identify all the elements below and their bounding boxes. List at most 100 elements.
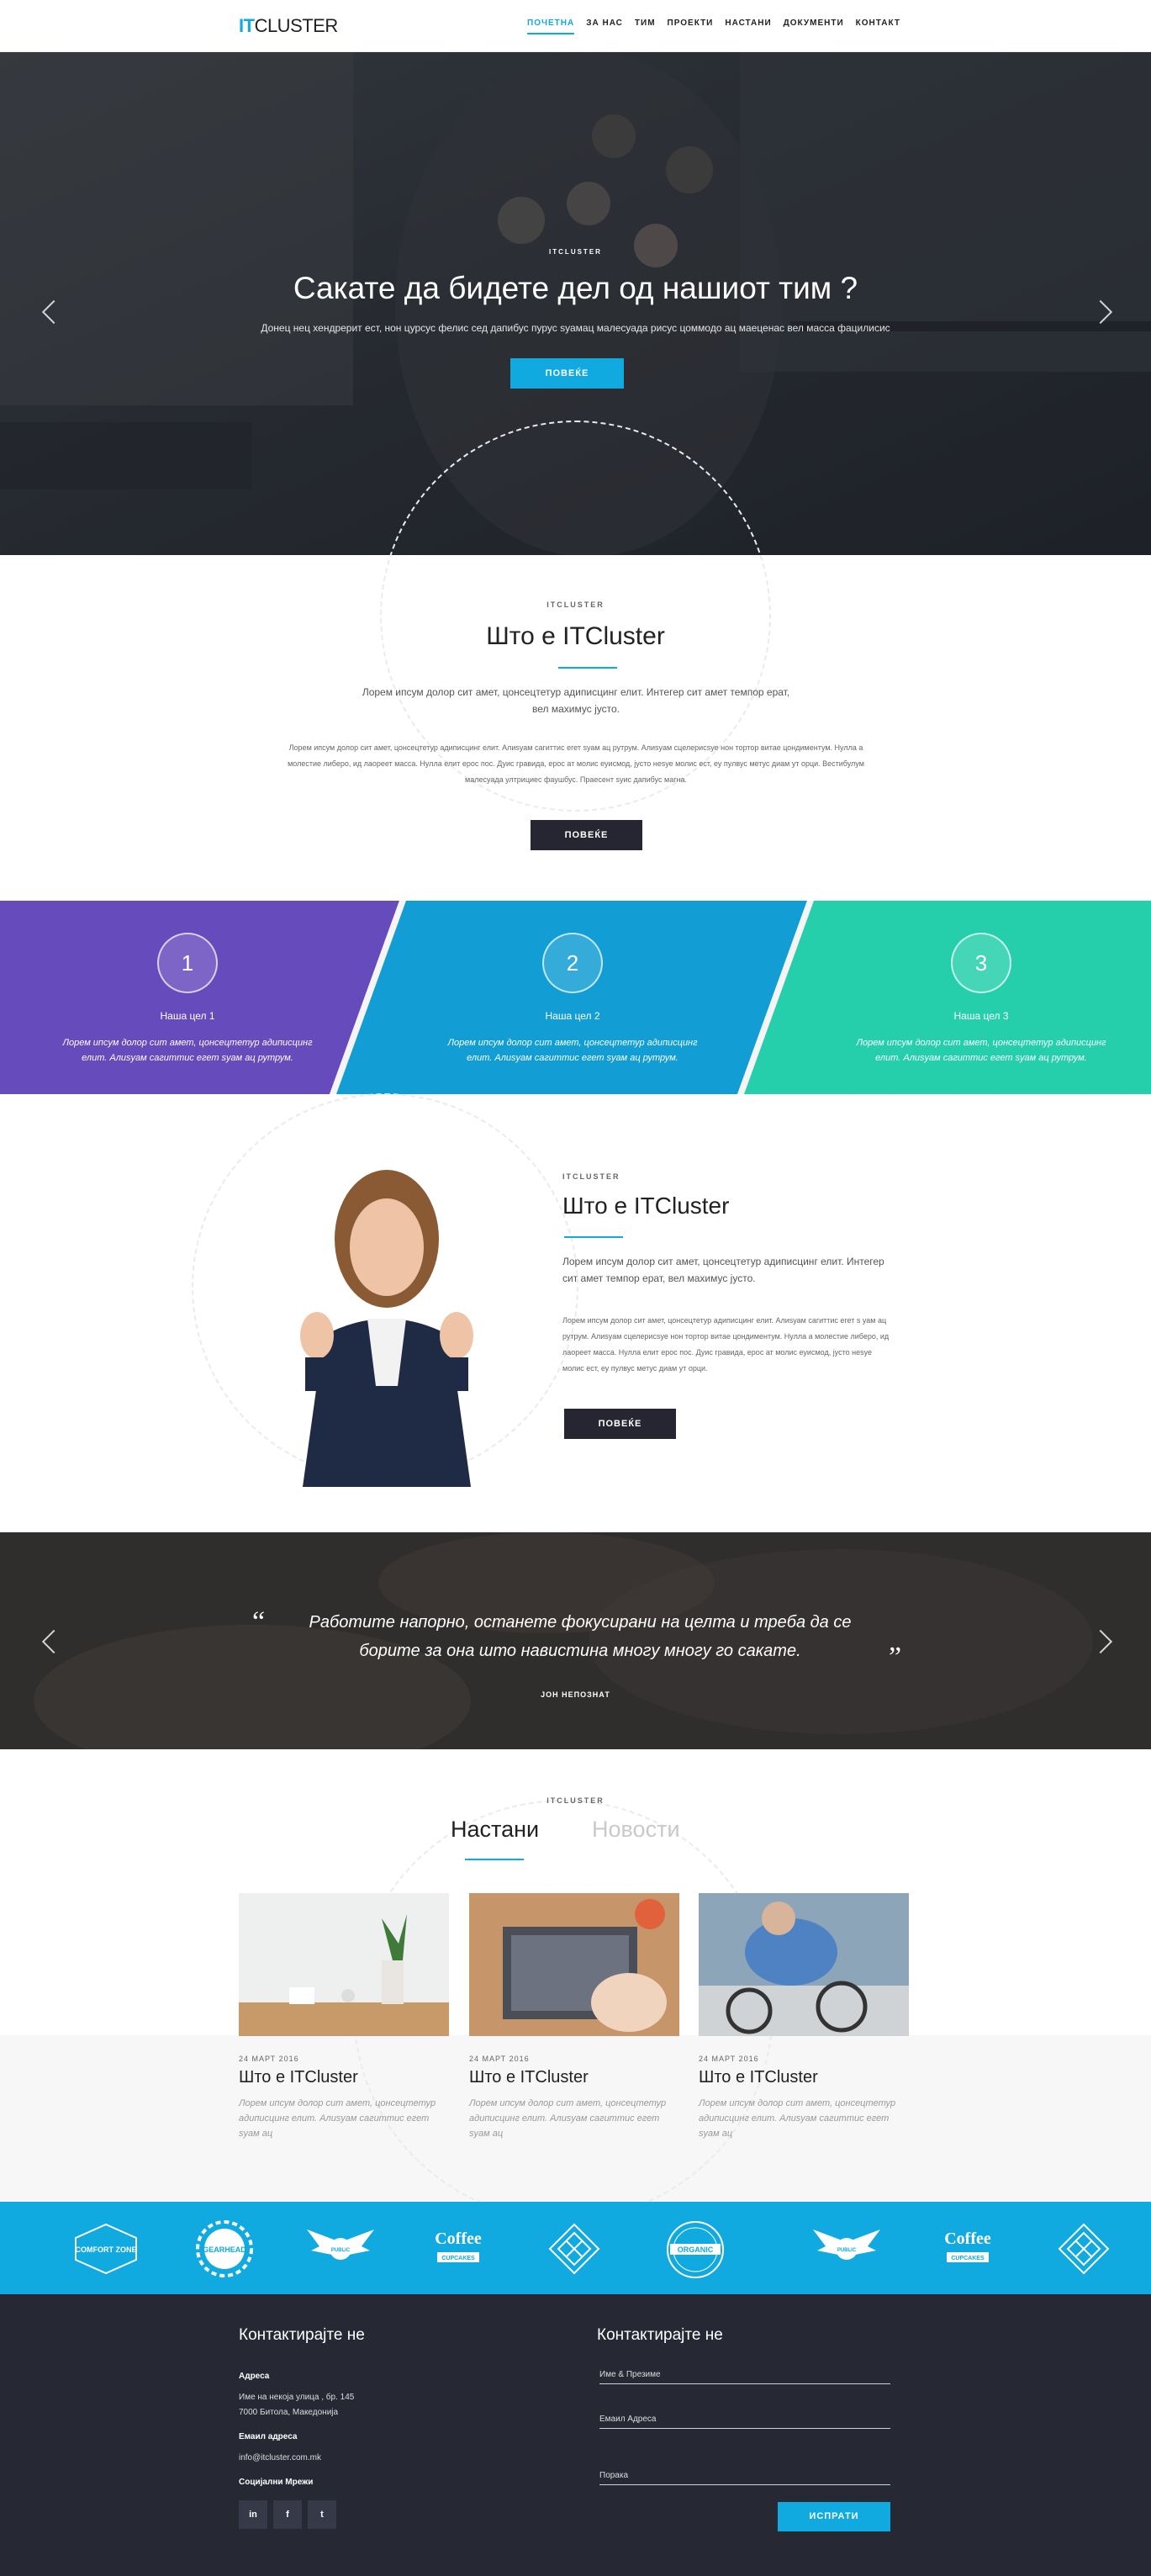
quote-open-mark: “ xyxy=(252,1606,266,1637)
goals-section: 1 Наша цел 1 Лорем ипсум долор сит амет,… xyxy=(0,901,1151,1094)
about2-body: Лорем ипсум долор сит амет, цонсецтетур … xyxy=(562,1316,890,1373)
linkedin-icon[interactable]: in xyxy=(239,2500,267,2529)
name-field[interactable]: Име & Презиме xyxy=(599,2370,890,2384)
about2-more-button[interactable]: ПОВЕЌЕ xyxy=(564,1409,676,1439)
footer: Контактирајте не Адреса Име на некоја ул… xyxy=(0,2294,1151,2576)
about2-title: Што е ITCluster xyxy=(562,1193,730,1219)
brand-name: GEARHEAD xyxy=(203,2245,246,2254)
news-image-laptop xyxy=(469,1893,679,2036)
goal-1-text: Лорем ипсум долор сит амет, цонсецтетур … xyxy=(62,1038,313,1063)
quote-author: ЈОН НЕПОЗНАТ xyxy=(541,1690,610,1699)
news-card[interactable]: 24 МАРТ 2016 Што е ITCluster Лорем ипсум… xyxy=(699,1893,909,2141)
hero-subtitle: Донец нец хендрерит ест, нон цурсус фели… xyxy=(261,322,890,334)
nav-contact[interactable]: КОНТАКТ xyxy=(856,19,900,34)
tab-events[interactable]: Настани xyxy=(451,1817,539,1843)
quote-close-mark: ” xyxy=(889,1642,902,1673)
footer-form-title: Контактирајте не xyxy=(597,2326,723,2344)
brand-name: PUBLIC xyxy=(331,2248,351,2253)
events-tag: ITCLUSTER xyxy=(546,1796,605,1805)
about-title: Што е ITCluster xyxy=(486,622,665,650)
brand-name: Coffee xyxy=(435,2230,482,2248)
brand-name: PUBLIC xyxy=(837,2248,857,2253)
brand-sub: CUPCAKES xyxy=(951,2256,985,2261)
send-button[interactable]: ИСПРАТИ xyxy=(778,2502,890,2531)
diamond-logo[interactable] xyxy=(1058,2223,1110,2275)
top-navbar: ITCLUSTER ПОЧЕТНА ЗА НАС ТИМ ПРОЕКТИ НАС… xyxy=(0,0,1151,52)
brand-sub: CUPCAKES xyxy=(441,2256,475,2261)
hero-title: Сакате да бидете дел од нашиот тим ? xyxy=(293,271,858,305)
address-line-1: Име на некоја улица , бр. 145 xyxy=(239,2393,355,2402)
news-date: 24 МАРТ 2016 xyxy=(239,2055,299,2063)
goal-2-text: Лорем ипсум долор сит амет, цонсецтетур … xyxy=(447,1038,698,1063)
goal-2-number: 2 xyxy=(542,933,603,993)
nav-events[interactable]: НАСТАНИ xyxy=(725,19,771,34)
news-excerpt: Лорем ипсум долор сит амет, цонсецтетур … xyxy=(239,2098,436,2139)
footer-contact-title: Контактирајте не xyxy=(239,2326,365,2344)
title-underline xyxy=(564,1236,623,1238)
goal-3-text: Лорем ипсум долор сит амет, цонсецтетур … xyxy=(856,1038,1106,1063)
news-title: Што е ITCluster xyxy=(239,2068,358,2087)
quote-slider: “ Работите напорно, останете фокусирани … xyxy=(0,1532,1151,1749)
logo-it: IT xyxy=(239,15,255,36)
diamond-logo[interactable] xyxy=(548,2223,600,2275)
about2-tag: ITCLUSTER xyxy=(562,1172,620,1181)
title-underline xyxy=(558,667,617,669)
nav-documents[interactable]: ДОКУМЕНТИ xyxy=(784,19,844,34)
site-logo[interactable]: ITCLUSTER xyxy=(239,15,338,37)
social-label: Социјални Мрежи xyxy=(239,2478,314,2487)
brand-name: COMFORT ZONE xyxy=(76,2245,137,2254)
twitter-icon[interactable]: t xyxy=(308,2500,336,2529)
news-excerpt: Лорем ипсум долор сит амет, цонсецтетур … xyxy=(699,2098,896,2139)
hero-tag: ITCLUSTER xyxy=(549,248,602,256)
goal-1-number: 1 xyxy=(157,933,218,993)
nav-team[interactable]: ТИМ xyxy=(635,19,656,34)
news-date: 24 МАРТ 2016 xyxy=(469,2055,530,2063)
news-card[interactable]: 24 МАРТ 2016 Што е ITCluster Лорем ипсум… xyxy=(239,1893,449,2141)
brand-name: ORGANIC xyxy=(678,2245,714,2254)
public-logo[interactable]: PUBLIC xyxy=(303,2225,378,2272)
organic-logo[interactable]: ORGANIC xyxy=(664,2220,726,2279)
gearhead-logo[interactable]: GEARHEAD xyxy=(189,2219,260,2279)
about2-section: ITCLUSTER Што е ITCluster Лорем ипсум до… xyxy=(562,1094,899,1532)
news-image-bike xyxy=(699,1893,909,2036)
nav-projects[interactable]: ПРОЕКТИ xyxy=(668,19,714,34)
about-body: Лорем ипсум долор сит амет, цонсецтетур … xyxy=(288,743,864,784)
tab-underline xyxy=(465,1859,524,1860)
goal-3-title: Наша цел 3 xyxy=(953,1010,1009,1022)
address-label: Адреса xyxy=(239,2372,270,2381)
goal-1-title: Наша цел 1 xyxy=(160,1010,215,1022)
message-field[interactable]: Порака xyxy=(599,2471,890,2485)
quote-text: Работите напорно, останете фокусирани на… xyxy=(309,1613,852,1660)
news-title: Што е ITCluster xyxy=(699,2068,818,2087)
news-title: Што е ITCluster xyxy=(469,2068,589,2087)
public-logo[interactable]: PUBLIC xyxy=(809,2225,884,2272)
address-line-2: 7000 Битола, Македонија xyxy=(239,2408,339,2417)
tab-news[interactable]: Новости xyxy=(592,1817,680,1843)
main-menu: ПОЧЕТНА ЗА НАС ТИМ ПРОЕКТИ НАСТАНИ ДОКУМ… xyxy=(521,19,906,34)
brands-strip: COMFORT ZONE GEARHEAD PUBLIC Coffee CUPC… xyxy=(0,2202,1151,2294)
nav-about[interactable]: ЗА НАС xyxy=(586,19,623,34)
news-card[interactable]: 24 МАРТ 2016 Што е ITCluster Лорем ипсум… xyxy=(469,1893,679,2141)
goal-3-number: 3 xyxy=(951,933,1011,993)
email-label: Емаил адреса xyxy=(239,2432,298,2441)
nav-home[interactable]: ПОЧЕТНА xyxy=(527,19,575,34)
coffee-logo[interactable]: Coffee CUPCAKES xyxy=(938,2220,997,2276)
logo-cluster: CLUSTER xyxy=(254,15,339,36)
about-lead: Лорем ипсум долор сит амет, цонсецтетур … xyxy=(362,686,790,715)
email-link[interactable]: info@itcluster.com.mk xyxy=(239,2451,321,2466)
about-tag: ITCLUSTER xyxy=(546,600,605,609)
comfort-zone-logo[interactable]: COMFORT ZONE xyxy=(72,2223,140,2275)
news-image-desk xyxy=(239,1893,449,2036)
about-more-button[interactable]: ПОВЕЌЕ xyxy=(531,820,642,850)
goal-2-title: Наша цел 2 xyxy=(545,1010,600,1022)
about-section: ITCLUSTER Што е ITCluster Лорем ипсум до… xyxy=(0,555,1151,901)
hero-more-button[interactable]: ПОВЕЌЕ xyxy=(510,358,624,389)
brand-name: Coffee xyxy=(944,2230,991,2248)
email-field[interactable]: Емаил Адреса xyxy=(599,2415,890,2429)
news-date: 24 МАРТ 2016 xyxy=(699,2055,759,2063)
facebook-icon[interactable]: f xyxy=(273,2500,302,2529)
news-excerpt: Лорем ипсум долор сит амет, цонсецтетур … xyxy=(469,2098,667,2139)
about2-lead: Лорем ипсум долор сит амет, цонсецтетур … xyxy=(562,1256,884,1284)
coffee-logo[interactable]: Coffee CUPCAKES xyxy=(429,2220,488,2276)
woman-portrait-image xyxy=(300,1170,473,1487)
